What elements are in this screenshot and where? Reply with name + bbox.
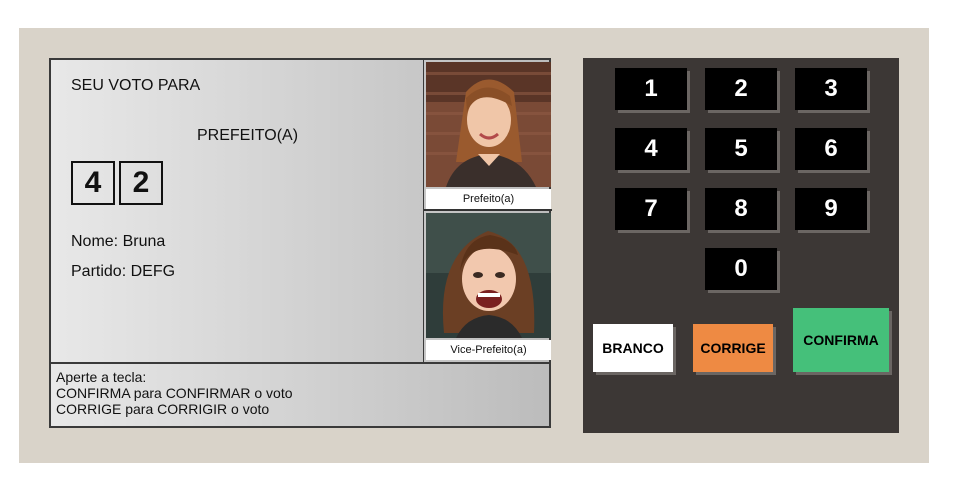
number-digits: 4 2 (71, 161, 163, 205)
mayor-photo (426, 62, 551, 187)
instructions-panel: Aperte a tecla: CONFIRMA para CONFIRMAR … (51, 362, 549, 426)
mayor-photo-card: Prefeito(a) (424, 60, 552, 211)
vote-for-label: SEU VOTO PARA (71, 77, 201, 94)
key-0[interactable]: 0 (705, 248, 777, 290)
candidate-party: Partido: DEFG (71, 263, 176, 280)
key-4[interactable]: 4 (615, 128, 687, 170)
correct-button[interactable]: CORRIGE (693, 324, 773, 372)
key-6[interactable]: 6 (795, 128, 867, 170)
instructions-line: Aperte a tecla: (56, 369, 147, 385)
key-2[interactable]: 2 (705, 68, 777, 110)
key-8[interactable]: 8 (705, 188, 777, 230)
key-5[interactable]: 5 (705, 128, 777, 170)
keypad: 1 2 3 4 5 6 7 8 9 0 BRANCO CORRIGE CONFI… (583, 58, 899, 433)
key-9[interactable]: 9 (795, 188, 867, 230)
confirm-button[interactable]: CONFIRMA (793, 308, 889, 372)
blank-vote-button[interactable]: BRANCO (593, 324, 673, 372)
vice-mayor-photo (426, 213, 551, 338)
key-3[interactable]: 3 (795, 68, 867, 110)
mayor-caption: Prefeito(a) (426, 189, 551, 209)
candidate-name: Nome: Bruna (71, 233, 166, 250)
key-1[interactable]: 1 (615, 68, 687, 110)
vice-mayor-caption: Vice-Prefeito(a) (426, 340, 551, 360)
digit-box-2: 2 (119, 161, 163, 205)
digit-box-1: 4 (71, 161, 115, 205)
voting-screen: SEU VOTO PARA PREFEITO(A) 4 2 Nome: Brun… (49, 58, 552, 428)
office-title: PREFEITO(A) (197, 127, 299, 144)
vice-mayor-photo-card: Vice-Prefeito(a) (424, 211, 552, 362)
candidate-photos: Prefeito(a) Vice-Prefeito(a) (423, 60, 552, 362)
instructions-line: CORRIGE para CORRIGIR o voto (56, 401, 270, 417)
key-7[interactable]: 7 (615, 188, 687, 230)
ballot-area: SEU VOTO PARA PREFEITO(A) 4 2 Nome: Brun… (51, 60, 423, 362)
instructions-line: CONFIRMA para CONFIRMAR o voto (56, 385, 293, 401)
